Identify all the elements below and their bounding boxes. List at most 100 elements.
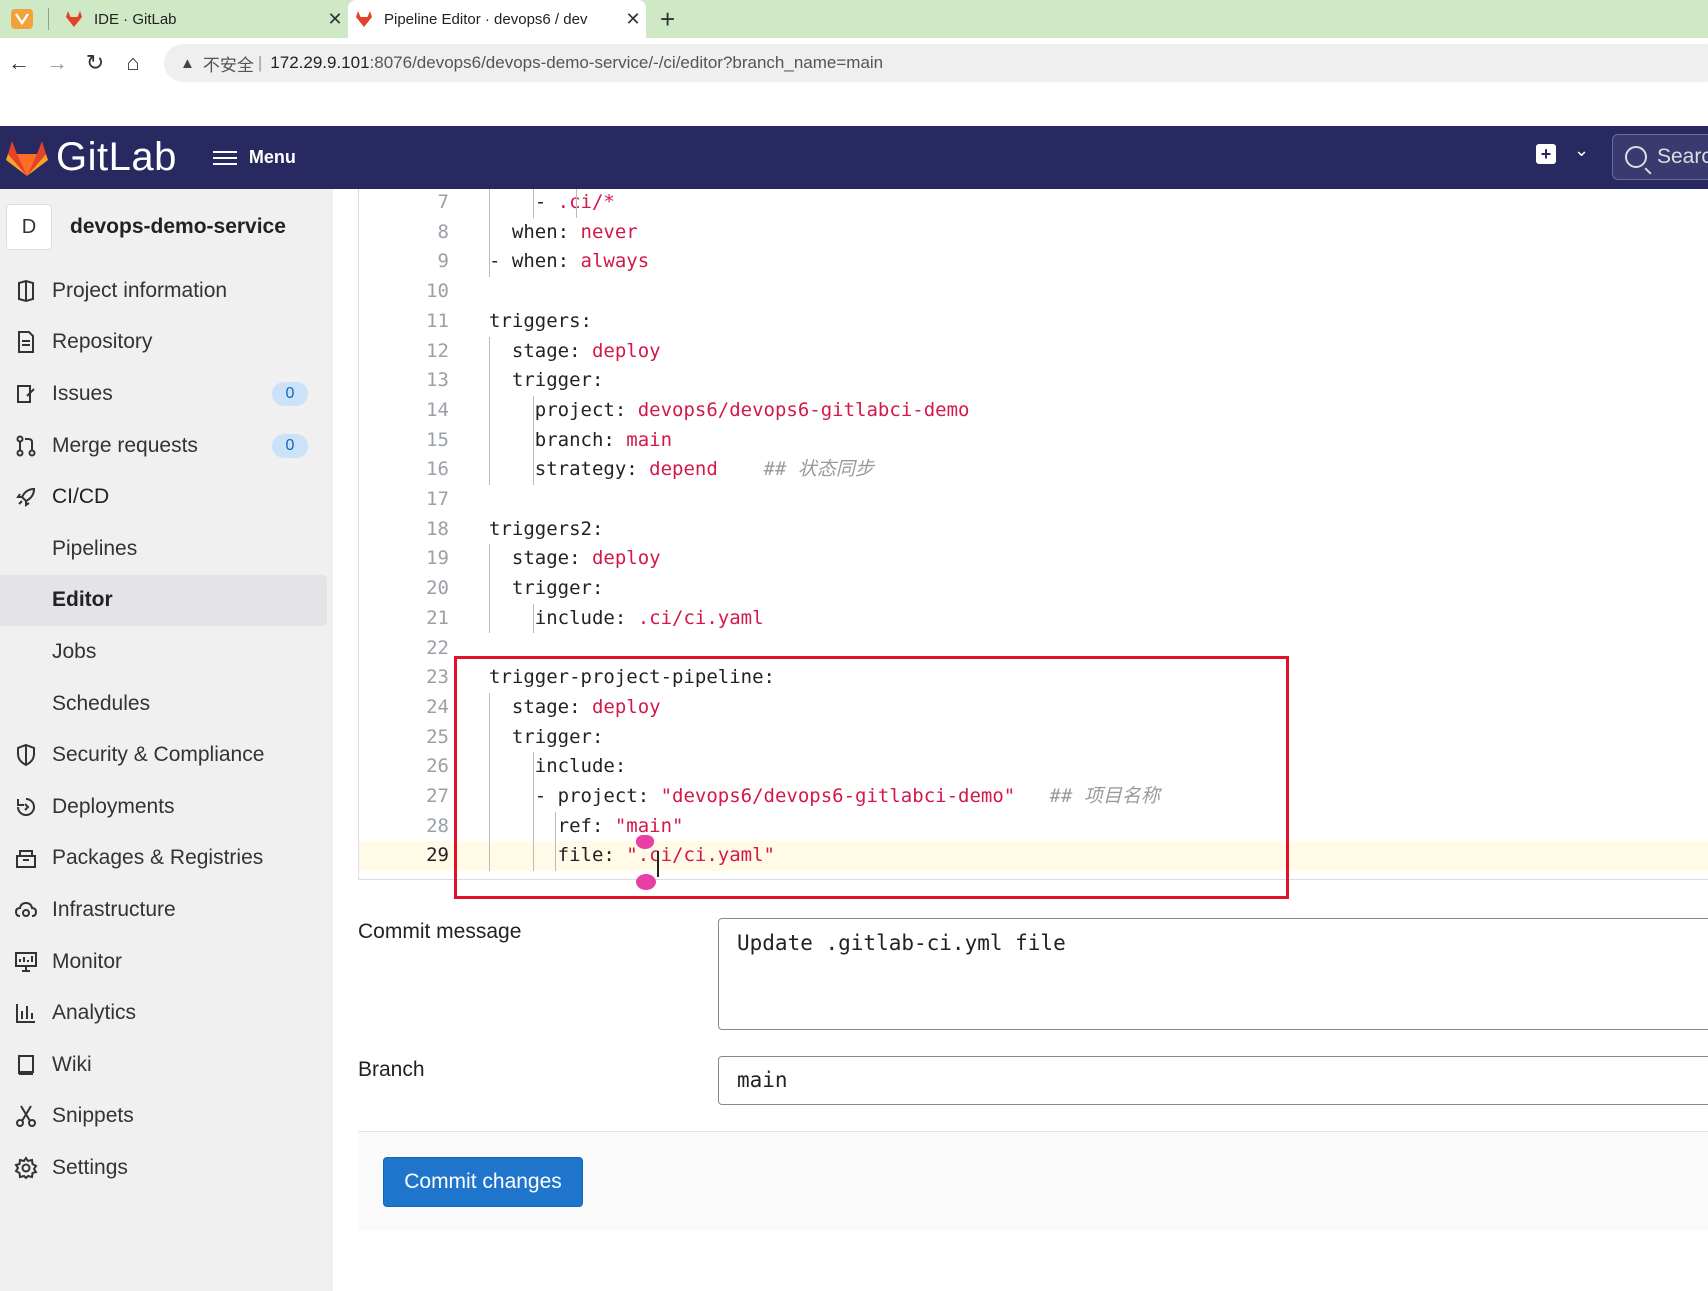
new-tab-icon[interactable]: + bbox=[660, 4, 675, 35]
address-bar[interactable]: ▲ 不安全 | 172.29.9.101:8076/devops6/devops… bbox=[164, 44, 1708, 82]
code-text: stage: deploy bbox=[489, 337, 661, 367]
close-tab-icon[interactable]: ✕ bbox=[322, 9, 348, 30]
close-tab-icon[interactable]: ✕ bbox=[620, 9, 646, 30]
line-number: 11 bbox=[426, 309, 449, 332]
yaml-key: triggers: bbox=[489, 309, 592, 332]
sidebar-item-jobs[interactable]: Jobs bbox=[0, 626, 333, 678]
code-line[interactable]: 16 strategy: depend ## 状态同步 bbox=[359, 455, 1708, 485]
code-text: branch: main bbox=[489, 426, 672, 456]
sidebar-item-monitor[interactable]: Monitor bbox=[0, 936, 333, 988]
selection-handle-bottom[interactable] bbox=[636, 874, 656, 890]
project-name: devops-demo-service bbox=[70, 215, 286, 238]
gitlab-favicon-icon bbox=[356, 11, 372, 27]
commit-changes-button[interactable]: Commit changes bbox=[383, 1157, 583, 1207]
line-number: 28 bbox=[426, 814, 449, 837]
back-icon[interactable]: ← bbox=[0, 50, 38, 76]
code-line[interactable]: 12 stage: deploy bbox=[359, 337, 1708, 367]
gitlab-pinned-tab-icon[interactable] bbox=[10, 8, 34, 30]
sidebar-item-settings[interactable]: Settings bbox=[0, 1142, 333, 1194]
warning-icon[interactable]: ▲ bbox=[180, 55, 195, 72]
sidebar-item-label: Deployments bbox=[52, 794, 175, 818]
gitlab-favicon-icon bbox=[66, 11, 82, 27]
code-line[interactable]: 17 bbox=[359, 485, 1708, 515]
code-line[interactable]: 8 when: never bbox=[359, 218, 1708, 248]
url-host: 172.29.9.101 bbox=[270, 53, 370, 72]
rocket-icon bbox=[0, 485, 52, 509]
chevron-down-icon[interactable]: ⌄ bbox=[1574, 140, 1589, 161]
sidebar-item-project-information[interactable]: Project information bbox=[0, 265, 333, 317]
yaml-value: deploy bbox=[591, 547, 661, 570]
yaml-key: include: bbox=[489, 606, 638, 629]
cloud-gear-icon bbox=[0, 898, 52, 922]
new-item-icon[interactable]: + bbox=[1536, 144, 1556, 164]
tab-pipeline-editor[interactable]: Pipeline Editor · devops6 / dev ✕ bbox=[348, 0, 646, 38]
tanuki-icon bbox=[6, 140, 48, 176]
line-number: 9 bbox=[437, 250, 449, 273]
code-line[interactable]: 11 triggers: bbox=[359, 307, 1708, 337]
sidebar-item-wiki[interactable]: Wiki bbox=[0, 1039, 333, 1091]
sidebar-item-label: Repository bbox=[52, 330, 153, 354]
home-icon[interactable]: ⌂ bbox=[114, 50, 152, 76]
sidebar-item-label: Settings bbox=[52, 1155, 128, 1179]
code-text: stage: deploy bbox=[489, 544, 661, 574]
yaml-value: depend bbox=[649, 458, 718, 481]
menu-label: Menu bbox=[248, 147, 296, 167]
sidebar-item-editor[interactable]: Editor bbox=[0, 574, 327, 627]
sidebar-item-packages-registries[interactable]: Packages & Registries bbox=[0, 833, 333, 885]
sidebar-item-cicd[interactable]: CI/CD bbox=[0, 471, 333, 523]
sidebar-item-security-compliance[interactable]: Security & Compliance bbox=[0, 729, 333, 781]
issues-count-badge: 0 bbox=[272, 382, 308, 407]
deployments-icon bbox=[0, 795, 52, 819]
sidebar-item-label: Merge requests bbox=[52, 433, 198, 457]
browser-toolbar: ← → ↻ ⌂ ▲ 不安全 | 172.29.9.101:8076/devops… bbox=[0, 38, 1708, 88]
code-line[interactable]: 19 stage: deploy bbox=[359, 544, 1708, 574]
menu-button[interactable]: Menu bbox=[212, 147, 296, 169]
code-line[interactable]: 20 trigger: bbox=[359, 574, 1708, 604]
forward-icon[interactable]: → bbox=[38, 50, 76, 76]
code-text: triggers: bbox=[489, 307, 592, 337]
sidebar-item-snippets[interactable]: Snippets bbox=[0, 1091, 333, 1143]
gear-icon bbox=[0, 1156, 52, 1180]
yaml-value: .ci/* bbox=[557, 191, 615, 213]
code-line[interactable]: 9 - when: always bbox=[359, 247, 1708, 277]
security-label: 不安全 bbox=[202, 55, 254, 75]
yaml-value: devops6/devops6-gitlabci-demo bbox=[637, 398, 970, 421]
project-info-icon bbox=[0, 279, 52, 303]
sidebar-item-label: Project information bbox=[52, 278, 228, 302]
search-input[interactable]: Searc bbox=[1612, 134, 1708, 180]
sidebar-item-pipelines[interactable]: Pipelines bbox=[0, 523, 333, 575]
branch-field[interactable]: main bbox=[718, 1056, 1708, 1105]
sidebar-item-repository[interactable]: Repository bbox=[0, 317, 333, 369]
tab-ide-gitlab[interactable]: IDE · GitLab ✕ bbox=[58, 0, 348, 38]
yaml-key: branch: bbox=[489, 428, 627, 451]
line-number: 18 bbox=[426, 517, 449, 540]
commit-message-field[interactable]: Update .gitlab-ci.yml file bbox=[718, 918, 1708, 1030]
shield-icon bbox=[0, 743, 52, 767]
reload-icon[interactable]: ↻ bbox=[76, 50, 114, 76]
sidebar-item-schedules[interactable]: Schedules bbox=[0, 678, 333, 730]
selection-handle-top[interactable] bbox=[636, 835, 654, 849]
project-header[interactable]: D devops-demo-service bbox=[0, 189, 333, 265]
code-line[interactable]: 10 bbox=[359, 277, 1708, 307]
code-line[interactable]: 13 trigger: bbox=[359, 366, 1708, 396]
gitlab-logo[interactable]: GitLab bbox=[6, 135, 177, 180]
sidebar-item-label: Schedules bbox=[52, 691, 151, 715]
code-line[interactable]: 7 - .ci/* bbox=[359, 189, 1708, 218]
sidebar-item-deployments[interactable]: Deployments bbox=[0, 781, 333, 833]
code-text: - .ci/* bbox=[489, 189, 615, 218]
code-text: trigger: bbox=[489, 574, 604, 604]
url-path: :8076/devops6/devops-demo-service/-/ci/e… bbox=[369, 53, 884, 72]
sidebar-item-label: Packages & Registries bbox=[52, 846, 264, 870]
code-line[interactable]: 18 triggers2: bbox=[359, 515, 1708, 545]
sidebar-item-infrastructure[interactable]: Infrastructure bbox=[0, 884, 333, 936]
code-line[interactable]: 14 project: devops6/devops6-gitlabci-dem… bbox=[359, 396, 1708, 426]
code-text: project: devops6/devops6-gitlabci-demo bbox=[489, 396, 970, 426]
monitor-icon bbox=[0, 950, 52, 974]
code-line[interactable]: 15 branch: main bbox=[359, 426, 1708, 456]
line-number: 16 bbox=[426, 458, 449, 481]
sidebar-item-issues[interactable]: Issues 0 bbox=[0, 368, 333, 420]
tab-separator bbox=[48, 8, 49, 30]
sidebar-item-analytics[interactable]: Analytics bbox=[0, 987, 333, 1039]
sidebar-item-merge-requests[interactable]: Merge requests 0 bbox=[0, 420, 333, 472]
code-line[interactable]: 21 include: .ci/ci.yaml bbox=[359, 604, 1708, 634]
